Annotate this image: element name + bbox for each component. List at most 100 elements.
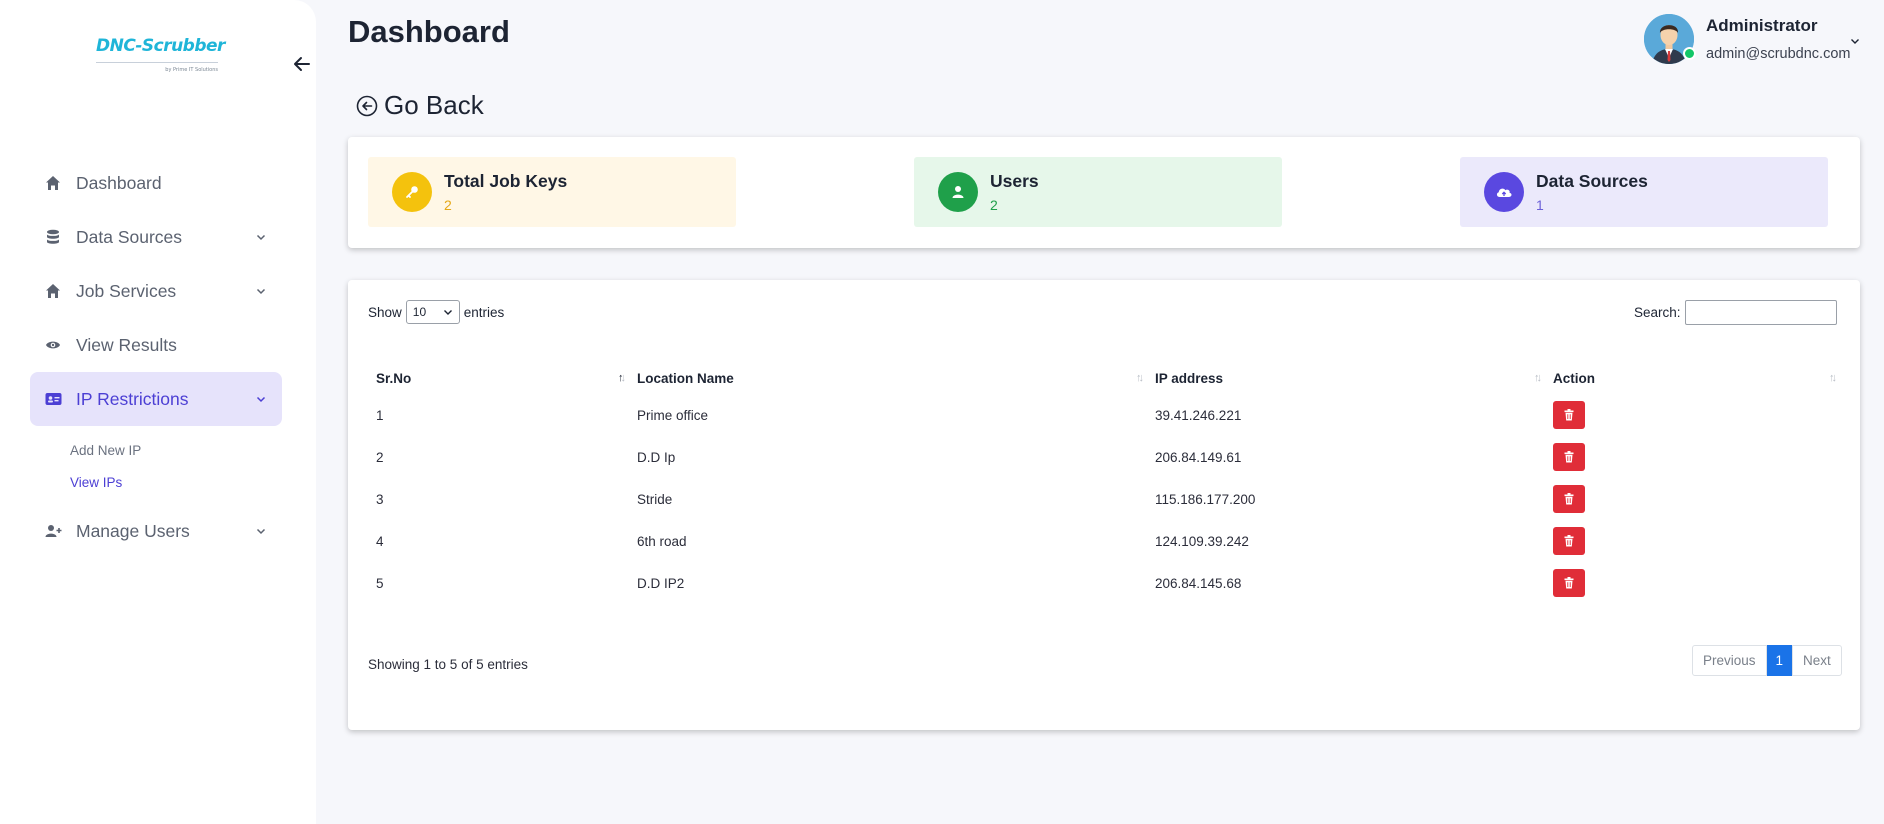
sidebar-item-ip-restrictions[interactable]: IP Restrictions [30, 372, 282, 426]
database-icon [44, 228, 62, 246]
key-icon [392, 172, 432, 212]
cell-sr-no: 1 [376, 407, 384, 423]
user-menu-toggle[interactable] [1850, 30, 1860, 49]
page-length-value: 10 [412, 305, 427, 319]
column-header-sr-no[interactable]: Sr.No ↑↓ [368, 362, 629, 394]
user-name: Administrator [1706, 16, 1818, 35]
sidebar-item-job-services[interactable]: Job Services [30, 264, 282, 318]
chevron-down-icon [254, 230, 268, 244]
trash-icon [1564, 409, 1574, 421]
ip-table: Sr.No ↑↓ Location Name ↑↓ IP address ↑↓ Act… [368, 362, 1840, 604]
cell-ip-address: 206.84.145.68 [1155, 575, 1242, 591]
stat-value: 2 [990, 197, 998, 213]
search-input[interactable] [1684, 300, 1837, 325]
table-search: Search: [1634, 300, 1837, 325]
sidebar-item-label: IP Restrictions [76, 388, 189, 409]
cell-location-name: D.D Ip [637, 449, 676, 465]
collapse-sidebar-button[interactable] [290, 52, 314, 76]
pagination-next[interactable]: Next [1792, 645, 1842, 676]
trash-icon [1564, 451, 1574, 463]
stat-title: Users [990, 171, 1039, 191]
user-profile[interactable]: Administrator admin@scrubdnc.com [1644, 14, 1850, 64]
cell-action [1545, 520, 1840, 562]
home-icon [44, 174, 62, 192]
stat-value: 2 [444, 197, 452, 213]
table-header-row: Sr.No ↑↓ Location Name ↑↓ IP address ↑↓ Act… [368, 362, 1840, 394]
cell-location-name: Prime office [637, 407, 709, 423]
sort-asc-icon: ↑↓ [618, 372, 626, 384]
delete-button[interactable] [1553, 443, 1585, 471]
sidebar-item-label: Dashboard [76, 172, 162, 193]
online-status-indicator [1683, 47, 1696, 60]
sidebar-item-data-sources[interactable]: Data Sources [30, 210, 282, 264]
stat-card-total-job-keys[interactable]: Total Job Keys 2 [368, 157, 736, 227]
show-entries: Show 10 entries [368, 300, 504, 324]
chevron-down-icon [254, 524, 268, 538]
avatar[interactable] [1644, 14, 1696, 64]
id-card-icon [44, 390, 62, 408]
column-header-action[interactable]: Action ↑↓ [1545, 362, 1840, 394]
pagination-previous[interactable]: Previous [1692, 645, 1767, 676]
pagination: Previous 1 Next [1692, 645, 1842, 676]
table-info: Showing 1 to 5 of 5 entries [368, 657, 528, 672]
table-row: 5 D.D IP2 206.84.145.68 [368, 562, 1840, 604]
delete-button[interactable] [1553, 527, 1585, 555]
stat-value: 1 [1536, 197, 1544, 213]
sidebar-subitem-add-new-ip[interactable]: Add New IP [70, 434, 282, 466]
cell-action [1545, 478, 1840, 520]
page-length-select[interactable]: 10 [405, 300, 460, 324]
page-title: Dashboard [348, 14, 510, 49]
cell-ip-address: 206.84.149.61 [1155, 449, 1242, 465]
cell-sr-no: 2 [376, 449, 384, 465]
stat-title: Data Sources [1536, 171, 1648, 191]
logo-tagline: by Prime IT Solutions [165, 67, 218, 73]
sidebar-item-label: View Results [76, 334, 177, 355]
delete-button[interactable] [1553, 569, 1585, 597]
logo-divider [96, 62, 218, 63]
stat-card-users[interactable]: Users 2 [914, 157, 1282, 227]
trash-icon [1564, 577, 1574, 589]
eye-icon [44, 336, 62, 354]
show-label: Show [368, 304, 402, 320]
delete-button[interactable] [1553, 485, 1585, 513]
search-label: Search: [1634, 305, 1681, 320]
go-back-button[interactable]: Go Back [356, 90, 484, 121]
chevron-down-icon [254, 284, 268, 298]
arrow-left-circle-icon [356, 95, 378, 116]
stats-panel: Total Job Keys 2 Users 2 Data Sources 1 [348, 137, 1860, 248]
sidebar-item-view-results[interactable]: View Results [30, 318, 282, 372]
column-header-ip-address[interactable]: IP address ↑↓ [1147, 362, 1545, 394]
sidebar-nav: Dashboard Data Sources Job Services View… [30, 156, 282, 558]
cell-ip-address: 39.41.246.221 [1155, 407, 1242, 423]
sidebar-subitem-view-ips[interactable]: View IPs [70, 466, 282, 498]
arrow-left-icon [294, 57, 310, 71]
cell-action [1545, 436, 1840, 478]
sort-icon: ↑↓ [1534, 372, 1542, 384]
ip-restrictions-submenu: Add New IP View IPs [30, 434, 282, 498]
cell-sr-no: 4 [376, 533, 384, 549]
cell-ip-address: 115.186.177.200 [1155, 491, 1256, 507]
stat-card-data-sources[interactable]: Data Sources 1 [1460, 157, 1828, 227]
chevron-down-icon [443, 309, 452, 315]
column-header-location-name[interactable]: Location Name ↑↓ [629, 362, 1147, 394]
pagination-page[interactable]: 1 [1766, 645, 1793, 676]
delete-button[interactable] [1553, 401, 1585, 429]
ip-table-panel: Show 10 entries Search: Sr.No ↑↓ Location… [348, 280, 1860, 730]
table-row: 4 6th road 124.109.39.242 [368, 520, 1840, 562]
cell-sr-no: 3 [376, 491, 384, 507]
sidebar-item-label: Data Sources [76, 226, 183, 247]
cell-action [1545, 562, 1840, 604]
logo-text: DNC-Scrubber [96, 36, 225, 56]
table-row: 3 Stride 115.186.177.200 [368, 478, 1840, 520]
sidebar-item-manage-users[interactable]: Manage Users [30, 504, 282, 558]
table-row: 1 Prime office 39.41.246.221 [368, 394, 1840, 436]
chevron-down-icon [254, 392, 268, 406]
user-info: Administrator admin@scrubdnc.com [1706, 14, 1850, 62]
table-row: 2 D.D Ip 206.84.149.61 [368, 436, 1840, 478]
user-email: admin@scrubdnc.com [1706, 46, 1851, 62]
sidebar-item-label: Job Services [76, 280, 177, 301]
sidebar-item-dashboard[interactable]: Dashboard [30, 156, 282, 210]
sidebar: DNC-Scrubber by Prime IT Solutions Dashb… [0, 0, 316, 824]
cell-sr-no: 5 [376, 575, 384, 591]
logo[interactable]: DNC-Scrubber by Prime IT Solutions [96, 36, 225, 73]
